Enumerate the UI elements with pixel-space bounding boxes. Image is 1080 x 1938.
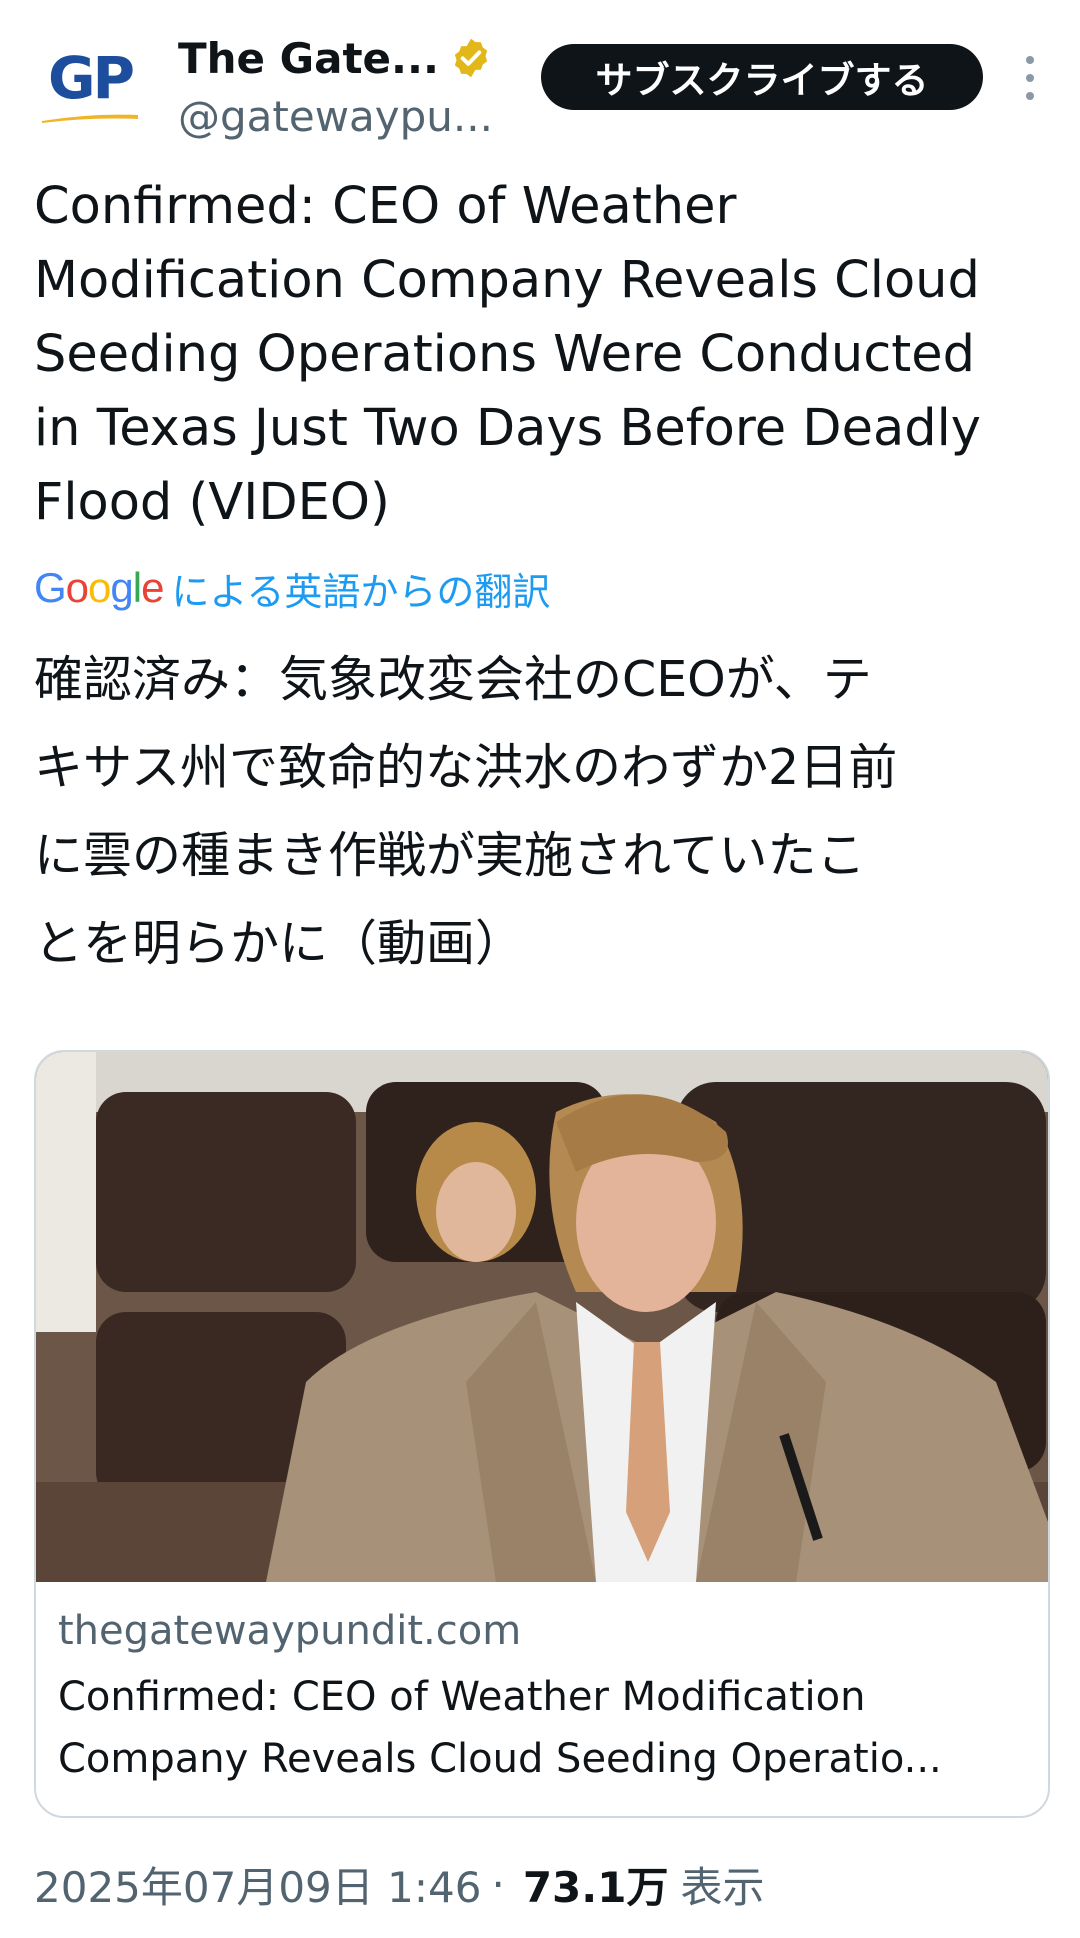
translated-text-line: とを明らかに（動画） [34, 915, 525, 972]
author-name-block[interactable]: The Gate... @gatewaypu... [178, 30, 518, 142]
card-domain: thegatewaypundit.com [58, 1608, 522, 1654]
translated-text-line: キサス州で致命的な洪水のわずか2日前 [34, 739, 898, 796]
card-title-line: Confirmed: CEO of Weather Modification [58, 1674, 866, 1720]
author-avatar[interactable]: GP [34, 32, 146, 144]
translation-label[interactable]: による英語からの翻訳 [171, 561, 550, 616]
avatar-logo-text: GP [47, 44, 135, 112]
author-display-name[interactable]: The Gate... [178, 34, 439, 83]
author-handle[interactable]: @gatewaypu... [178, 92, 518, 141]
more-dot [1026, 74, 1034, 82]
more-options-icon[interactable] [1010, 56, 1050, 100]
translated-text-line: に雲の種まき作戦が実施されていたこ [34, 827, 866, 884]
tweet-text: Confirmed: CEO of Weather Modification C… [34, 170, 1044, 540]
display-name-row: The Gate... [178, 30, 518, 86]
views-count[interactable]: 73.1万 [523, 1854, 669, 1915]
tweet-text-line: in Texas Just Two Days Before Deadly [34, 399, 981, 458]
translated-text-line: 確認済み：気象改変会社のCEOが、テ [34, 651, 872, 708]
tweet-header: GP The Gate... @gatewaypu... サブスクライブする [0, 0, 1080, 160]
more-dot [1026, 92, 1034, 100]
more-dot [1026, 56, 1034, 64]
google-logo: Google [34, 564, 164, 611]
views-label: 表示 [680, 1862, 765, 1912]
tweet-text-line: Confirmed: CEO of Weather [34, 177, 737, 236]
card-title-line: Company Reveals Cloud Seeding Operatio..… [58, 1736, 942, 1782]
tweet-text-line: Seeding Operations Were Conducted [34, 325, 976, 384]
verified-badge-icon[interactable] [449, 36, 493, 80]
card-photo-illustration [36, 1052, 1048, 1582]
card-image[interactable] [36, 1052, 1048, 1582]
avatar-swoosh-icon [42, 114, 138, 123]
tweet-timestamp[interactable]: 2025年07月09日 1:46 [34, 1854, 481, 1915]
tweet-text-line: Modification Company Reveals Cloud [34, 251, 980, 310]
subscribe-button[interactable]: サブスクライブする [541, 44, 983, 110]
tweet-text-line: Flood (VIDEO) [34, 473, 390, 532]
card-title: Confirmed: CEO of Weather Modification C… [58, 1666, 1026, 1790]
translation-attribution[interactable]: Google による英語からの翻訳 [34, 560, 550, 616]
translated-text: 確認済み：気象改変会社のCEOが、テ キサス州で致命的な洪水のわずか2日前 に雲… [34, 636, 1054, 988]
link-preview-card[interactable]: thegatewaypundit.com Confirmed: CEO of W… [34, 1050, 1050, 1818]
tweet-meta: 2025年07月09日 1:46 · 73.1万 表示 [34, 1856, 764, 1912]
meta-separator: · [491, 1859, 505, 1909]
